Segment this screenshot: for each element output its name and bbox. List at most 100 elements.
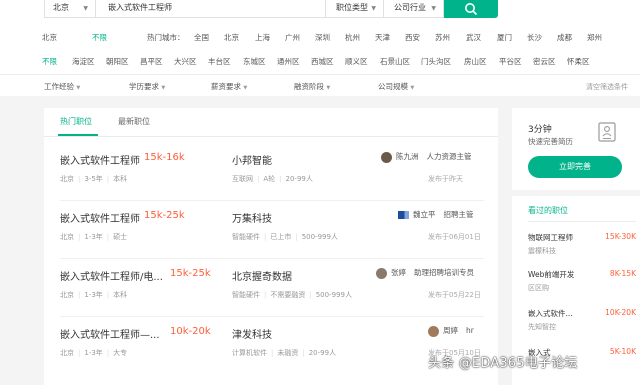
job-meta: 北京 | 1-3年 | 大专 [60, 349, 128, 357]
position-type-label: 职位类型 [336, 3, 368, 12]
education-filter[interactable]: 学历要求 ▼ [129, 77, 165, 98]
district-option[interactable]: 海淀区 [72, 52, 95, 72]
company-name[interactable]: 津发科技 [232, 326, 272, 341]
job-meta: 北京 | 3-5年 | 本科 [60, 175, 128, 183]
company-logo [398, 211, 409, 219]
chevron-down-icon: ▼ [76, 85, 81, 91]
viewed-job-item[interactable]: Web前端开发 8K-15K 区区购 [528, 269, 636, 305]
recruiter-info: 周婷 hr [428, 325, 474, 337]
city-option[interactable]: 武汉 [466, 28, 481, 48]
recruiter-info: 张婷 助理招聘培训专员 [376, 267, 474, 279]
job-meta: 北京 | 1-3年 | 硕士 [60, 233, 128, 241]
district-option[interactable]: 平谷区 [499, 52, 522, 72]
city-option[interactable]: 郑州 [587, 28, 602, 48]
company-name[interactable]: 万集科技 [232, 210, 272, 225]
avatar [428, 325, 439, 337]
clear-filters-link[interactable]: 清空筛选条件 [586, 77, 628, 97]
district-option[interactable]: 密云区 [533, 52, 556, 72]
city-option[interactable]: 苏州 [435, 28, 450, 48]
city-option[interactable]: 杭州 [345, 28, 360, 48]
company-meta: 互联网 | A轮 | 20-99人 [232, 175, 313, 183]
viewed-job-salary: 15K-30K [605, 232, 636, 241]
district-option[interactable]: 东城区 [243, 52, 266, 72]
city-option[interactable]: 厦门 [497, 28, 512, 48]
company-size-filter[interactable]: 公司规模 ▼ [378, 77, 414, 98]
job-salary: 15k-25k [170, 268, 211, 279]
funding-stage-filter[interactable]: 融资阶段 ▼ [294, 77, 330, 98]
district-option[interactable]: 石景山区 [380, 52, 410, 72]
district-option[interactable]: 门头沟区 [421, 52, 451, 72]
city-option[interactable]: 成都 [557, 28, 572, 48]
search-bar: 北京 ▼ 嵌入式软件工程师 职位类型 ▼ 公司行业 ▼ [0, 0, 640, 24]
job-meta: 北京 | 1-3年 | 本科 [60, 291, 128, 299]
viewed-job-item[interactable]: 物联网工程师 15K-30K 震檬科技 [528, 232, 636, 268]
city-option[interactable]: 深圳 [315, 28, 330, 48]
resume-document-icon [598, 122, 616, 142]
job-title[interactable]: 嵌入式软件工程师/电... [60, 268, 163, 283]
city-option[interactable]: 天津 [375, 28, 390, 48]
filter-label: 北京 [42, 33, 57, 42]
city-option[interactable]: 不限 [92, 28, 107, 48]
keyword-input[interactable]: 嵌入式软件工程师 [96, 0, 326, 18]
job-salary: 15k-25k [144, 210, 185, 221]
resume-card-title: 3分钟 [528, 125, 552, 135]
city-option[interactable]: 长沙 [527, 28, 542, 48]
tab-hot-jobs[interactable]: 热门职位 [60, 116, 92, 127]
tab-latest-jobs[interactable]: 最新职位 [118, 116, 150, 127]
position-type-select[interactable]: 职位类型 ▼ [326, 0, 384, 18]
row-divider [60, 316, 484, 317]
district-option[interactable]: 西城区 [311, 52, 334, 72]
job-card[interactable]: 嵌入式软件工程师/电... 15k-25k 北京 | 1-3年 | 本科 北京握奇数据 … [44, 260, 498, 318]
complete-resume-button[interactable]: 立即完善 [528, 156, 622, 178]
district-option[interactable]: 房山区 [464, 52, 487, 72]
city-option[interactable]: 广州 [285, 28, 300, 48]
district-option[interactable]: 大兴区 [174, 52, 197, 72]
city-option[interactable]: 西安 [405, 28, 420, 48]
salary-filter[interactable]: 薪资要求 ▼ [211, 77, 247, 98]
job-title[interactable]: 嵌入式软件工程师 [60, 152, 140, 167]
job-card[interactable]: 嵌入式软件工程师 15k-16k 北京 | 3-5年 | 本科 小邦智能 互联网 | A轮 |… [44, 144, 498, 202]
job-list-panel: 热门职位 最新职位 嵌入式软件工程师 15k-16k 北京 | 3-5年 | 本科 小邦… [44, 108, 498, 385]
viewed-job-company: 震檬科技 [528, 247, 556, 255]
resume-card: 3分钟 快速完善简历 立即完善 [512, 108, 640, 190]
district-option[interactable]: 不限 [42, 52, 57, 72]
chevron-down-icon: ▼ [431, 5, 436, 12]
viewed-job-name: Web前端开发 [528, 270, 575, 279]
search-button[interactable] [444, 0, 498, 18]
work-experience-filter[interactable]: 工作经验 ▼ [44, 77, 80, 98]
chevron-down-icon: ▼ [371, 5, 376, 12]
industry-select[interactable]: 公司行业 ▼ [384, 0, 444, 18]
chevron-down-icon: ▼ [83, 5, 88, 12]
district-option[interactable]: 顺义区 [345, 52, 368, 72]
job-title[interactable]: 嵌入式软件工程师—... [60, 326, 160, 341]
viewed-job-salary: 5K-10K [609, 347, 636, 356]
district-option[interactable]: 昌平区 [140, 52, 163, 72]
chevron-down-icon: ▼ [326, 85, 331, 91]
district-option[interactable]: 朝阳区 [106, 52, 129, 72]
company-name[interactable]: 北京握奇数据 [232, 268, 292, 283]
district-option[interactable]: 丰台区 [208, 52, 231, 72]
job-title[interactable]: 嵌入式软件工程师 [60, 210, 140, 225]
chevron-down-icon: ▼ [410, 85, 415, 91]
row-divider [60, 258, 484, 259]
search-icon [465, 3, 478, 16]
district-option[interactable]: 怀柔区 [567, 52, 590, 72]
viewed-job-item[interactable]: 嵌入式软件... 10K-20K 先知智控 [528, 308, 636, 344]
job-card[interactable]: 嵌入式软件工程师 15k-25k 北京 | 1-3年 | 硕士 万集科技 智能硬件 | 已上… [44, 202, 498, 260]
company-meta: 智能硬件 | 已上市 | 500-999人 [232, 233, 338, 241]
viewed-jobs-heading: 看过的职位 [528, 206, 568, 215]
company-name[interactable]: 小邦智能 [232, 152, 272, 167]
viewed-job-company: 区区购 [528, 284, 549, 292]
watermark: 头条 @EDA365电子论坛 [428, 356, 578, 371]
city-option[interactable]: 上海 [255, 28, 270, 48]
industry-label: 公司行业 [394, 3, 426, 12]
city-option[interactable]: 北京 [224, 28, 239, 48]
post-date: 发布于昨天 [428, 175, 463, 183]
job-salary: 10k-20k [170, 326, 211, 337]
district-option[interactable]: 通州区 [277, 52, 300, 72]
city-select[interactable]: 北京 ▼ [44, 0, 96, 18]
recruiter-info: 魏立平 招聘主管 [398, 209, 474, 220]
city-option[interactable]: 全国 [194, 28, 209, 48]
viewed-job-name: 嵌入式软件... [528, 309, 573, 318]
job-salary: 15k-16k [144, 152, 185, 163]
